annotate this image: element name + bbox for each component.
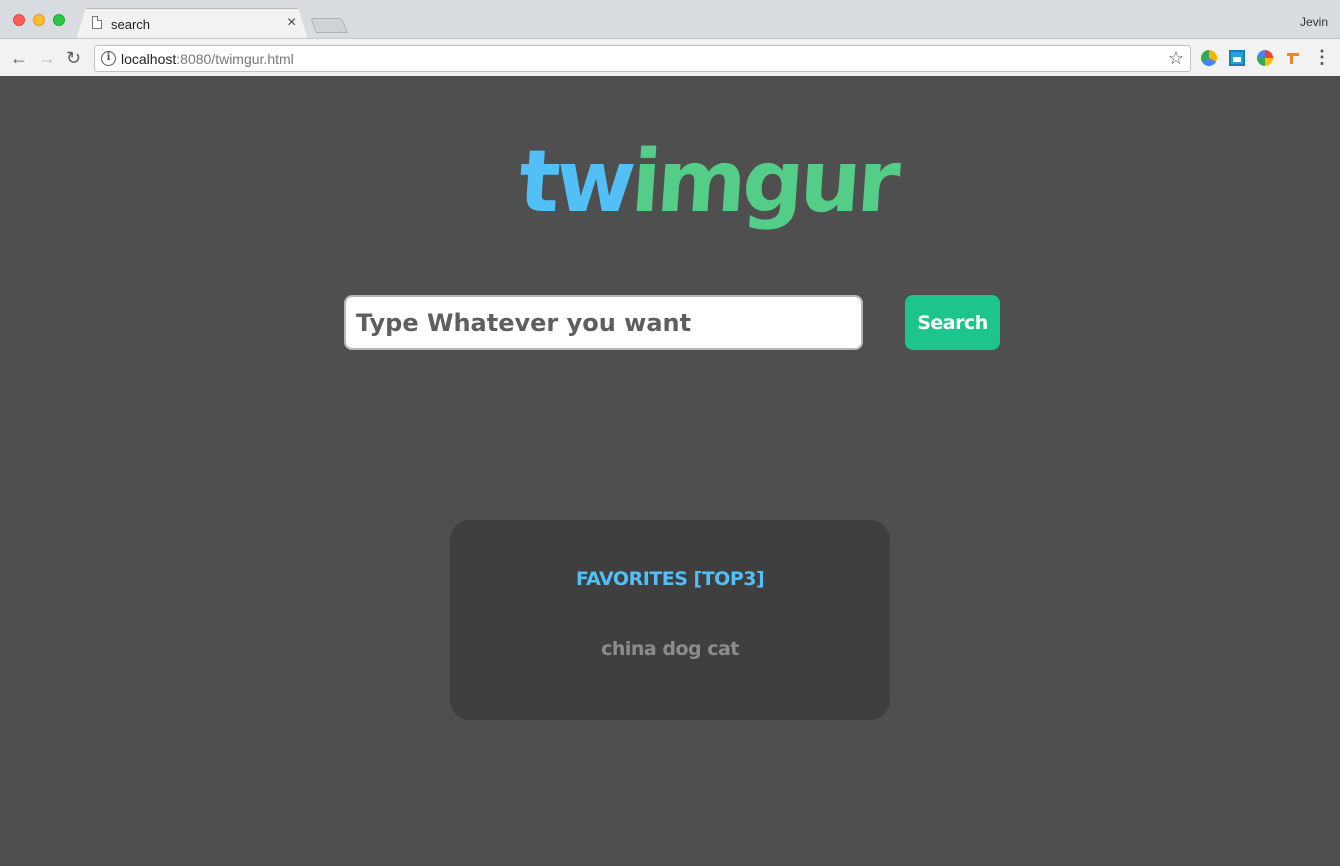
profile-name[interactable]: Jevin xyxy=(1300,15,1328,29)
tab-close-icon[interactable]: × xyxy=(287,14,296,32)
logo: twimgur xyxy=(516,132,900,232)
maximize-window-button[interactable] xyxy=(53,14,65,26)
more-vert-icon[interactable]: ⋮ xyxy=(1313,47,1331,67)
logo-part-imgur: imgur xyxy=(628,132,900,232)
favorites-panel: FAVORITES [TOP3] china dog cat xyxy=(450,520,890,720)
page-icon xyxy=(92,16,102,29)
star-icon[interactable]: ☆ xyxy=(1168,48,1184,68)
reload-icon[interactable]: ↻ xyxy=(66,48,81,68)
back-arrow-icon[interactable]: ← xyxy=(10,48,28,68)
browser-chrome: search × Jevin ← → ↻ i localhost:8080/tw… xyxy=(0,0,1340,76)
new-tab-button[interactable] xyxy=(310,18,348,33)
close-window-button[interactable] xyxy=(13,14,25,26)
info-icon[interactable]: i xyxy=(101,51,116,66)
extension-icon[interactable] xyxy=(1201,50,1217,66)
page-content: twimgur Search FAVORITES [TOP3] china do… xyxy=(0,76,1340,866)
url-text[interactable]: localhost:8080/twimgur.html xyxy=(121,51,294,67)
forward-arrow-icon[interactable]: → xyxy=(38,48,56,68)
url-host: localhost xyxy=(121,51,177,67)
minimize-window-button[interactable] xyxy=(33,14,45,26)
extension-icon[interactable] xyxy=(1229,50,1245,66)
browser-toolbar: ← → ↻ i localhost:8080/twimgur.html ☆ ⋮ xyxy=(0,38,1340,76)
search-input[interactable] xyxy=(344,295,863,350)
extension-icon[interactable] xyxy=(1285,50,1301,66)
logo-part-tw: tw xyxy=(515,132,636,232)
tab-strip: search × Jevin xyxy=(0,0,1340,39)
search-button[interactable]: Search xyxy=(905,295,1000,350)
extension-icon[interactable] xyxy=(1257,50,1273,66)
favorites-title: FAVORITES [TOP3] xyxy=(575,568,765,590)
tab-title[interactable]: search xyxy=(111,17,150,32)
address-bar[interactable]: i localhost:8080/twimgur.html ☆ xyxy=(94,45,1191,72)
url-path: :8080/twimgur.html xyxy=(176,51,294,67)
favorites-list[interactable]: china dog cat xyxy=(450,638,890,660)
